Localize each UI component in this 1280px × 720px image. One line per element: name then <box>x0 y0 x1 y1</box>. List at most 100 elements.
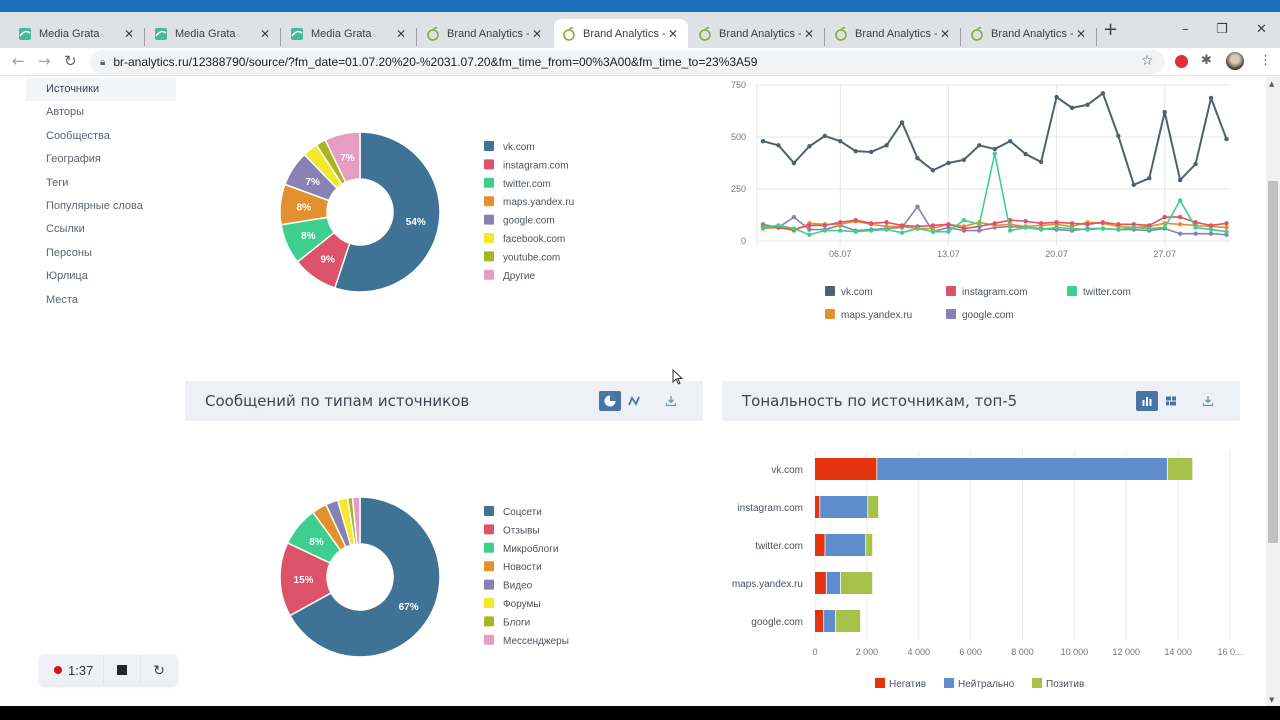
legend-label[interactable]: vk.com <box>841 287 873 298</box>
browser-tab[interactable]: Brand Analytics - T ✕ <box>826 19 960 48</box>
window-minimize-button[interactable]: – <box>1182 22 1189 37</box>
data-point[interactable] <box>930 223 936 228</box>
legend-label[interactable]: Новости <box>503 562 542 573</box>
data-point[interactable] <box>977 228 982 233</box>
legend-label[interactable]: google.com <box>503 216 555 227</box>
reload-icon[interactable]: ↻ <box>64 52 77 70</box>
data-point[interactable] <box>1177 222 1183 227</box>
data-point[interactable] <box>946 160 951 166</box>
data-point[interactable] <box>899 223 905 228</box>
bar-segment[interactable] <box>866 534 873 556</box>
download-button[interactable] <box>660 391 682 411</box>
sidebar-item[interactable]: Места <box>26 289 176 312</box>
data-point[interactable] <box>1193 161 1198 167</box>
tab-close-icon[interactable]: ✕ <box>530 27 544 41</box>
tab-close-icon[interactable]: ✕ <box>802 27 816 41</box>
bar-segment[interactable] <box>877 458 1167 480</box>
data-point[interactable] <box>1224 221 1229 226</box>
data-point[interactable] <box>884 220 889 225</box>
data-point[interactable] <box>838 228 843 233</box>
data-point[interactable] <box>1162 214 1167 220</box>
data-point[interactable] <box>977 222 982 227</box>
data-point[interactable] <box>1208 231 1214 236</box>
tab-close-icon[interactable]: ✕ <box>258 27 272 41</box>
bar-segment[interactable] <box>820 496 868 518</box>
browser-tab[interactable]: Media Grata ✕ <box>282 19 416 48</box>
bar-view-button[interactable] <box>1136 391 1158 411</box>
bar-segment[interactable] <box>815 572 826 594</box>
tab-close-icon[interactable]: ✕ <box>938 27 952 41</box>
data-point[interactable] <box>915 204 920 209</box>
browser-tab[interactable]: Media Grata ✕ <box>146 19 280 48</box>
tab-close-icon[interactable]: ✕ <box>666 27 680 41</box>
bar-segment[interactable] <box>815 496 820 518</box>
legend-label[interactable]: maps.yandex.ru <box>503 197 574 208</box>
legend-label[interactable]: instagram.com <box>962 287 1028 298</box>
data-point[interactable] <box>946 229 951 234</box>
sidebar-item[interactable]: Сообщества <box>26 125 176 148</box>
bar-segment[interactable] <box>836 610 861 632</box>
data-point[interactable] <box>930 168 936 173</box>
data-point[interactable] <box>853 148 858 154</box>
legend-label[interactable]: Другие <box>503 271 535 282</box>
data-point[interactable] <box>838 138 843 144</box>
data-point[interactable] <box>1085 102 1090 107</box>
data-point[interactable] <box>776 223 781 228</box>
data-point[interactable] <box>868 221 874 226</box>
data-point[interactable] <box>1100 220 1106 225</box>
data-point[interactable] <box>1177 198 1183 203</box>
series-line[interactable] <box>762 92 1228 186</box>
bar-segment[interactable] <box>826 572 841 594</box>
data-point[interactable] <box>791 226 797 231</box>
data-point[interactable] <box>838 220 843 225</box>
data-point[interactable] <box>868 228 874 233</box>
profile-avatar[interactable] <box>1226 52 1244 70</box>
data-point[interactable] <box>1177 231 1183 236</box>
bar-segment[interactable] <box>815 534 825 556</box>
data-point[interactable] <box>1224 136 1229 142</box>
data-point[interactable] <box>1008 228 1013 233</box>
data-point[interactable] <box>992 146 997 152</box>
data-point[interactable] <box>822 228 827 233</box>
scroll-down-arrow-icon[interactable]: ▼ <box>1269 696 1274 704</box>
data-point[interactable] <box>1038 159 1044 165</box>
pie-view-button[interactable] <box>599 391 621 411</box>
data-point[interactable] <box>1147 226 1152 231</box>
data-point[interactable] <box>1023 225 1028 230</box>
legend-label[interactable]: Позитив <box>1046 679 1084 690</box>
legend-label[interactable]: Нейтрально <box>958 679 1015 690</box>
browser-tab[interactable]: Brand Analytics - A✕ <box>690 19 824 48</box>
data-point[interactable] <box>1054 94 1059 100</box>
data-point[interactable] <box>915 156 920 161</box>
sidebar-item[interactable]: География <box>26 148 176 171</box>
data-point[interactable] <box>1038 227 1044 232</box>
scrollbar-thumb[interactable] <box>1268 181 1278 543</box>
tab-close-icon[interactable]: ✕ <box>122 27 136 41</box>
sidebar-item[interactable]: Персоны <box>26 242 176 265</box>
data-point[interactable] <box>1038 221 1044 226</box>
data-point[interactable] <box>884 227 889 232</box>
data-point[interactable] <box>868 149 874 155</box>
data-point[interactable] <box>1147 175 1152 181</box>
data-point[interactable] <box>992 151 997 156</box>
data-point[interactable] <box>1069 105 1075 111</box>
legend-label[interactable]: vk.com <box>503 142 535 153</box>
legend-label[interactable]: Отзывы <box>503 525 540 536</box>
data-point[interactable] <box>1162 109 1167 115</box>
legend-label[interactable]: maps.yandex.ru <box>841 310 912 321</box>
data-point[interactable] <box>807 227 812 232</box>
data-point[interactable] <box>1208 95 1214 101</box>
legend-label[interactable]: twitter.com <box>1083 287 1131 298</box>
data-point[interactable] <box>807 232 812 237</box>
legend-label[interactable]: Форумы <box>503 599 541 610</box>
legend-label[interactable]: twitter.com <box>503 179 551 190</box>
data-point[interactable] <box>807 223 812 228</box>
browser-tab[interactable]: Media Grata ✕ <box>10 19 144 48</box>
data-point[interactable] <box>791 160 797 166</box>
tab-close-icon[interactable]: ✕ <box>1074 27 1088 41</box>
data-point[interactable] <box>1023 219 1028 224</box>
new-tab-button[interactable]: + <box>1103 19 1118 40</box>
data-point[interactable] <box>899 230 905 235</box>
sidebar-item[interactable]: Ссылки <box>26 218 176 241</box>
data-point[interactable] <box>1069 226 1075 231</box>
